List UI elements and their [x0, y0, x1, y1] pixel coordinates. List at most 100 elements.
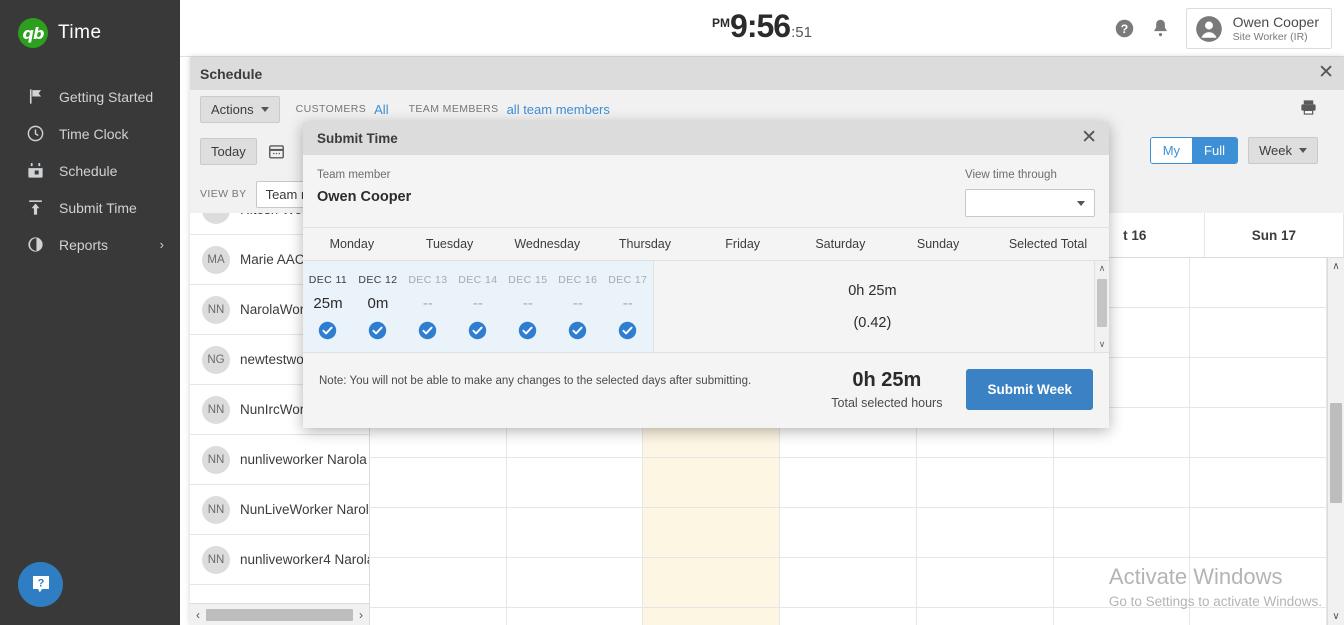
calendar-cell[interactable]	[780, 508, 916, 558]
selected-total-decimal: (0.42)	[853, 315, 892, 331]
footer-total-label: Total selected hours	[831, 396, 943, 410]
day-date: DEC 11	[308, 274, 348, 286]
calendar-cell[interactable]	[1190, 358, 1327, 408]
calendar-cell[interactable]	[916, 458, 1053, 508]
calendar-cell[interactable]	[780, 608, 916, 625]
calendar-vertical-scrollbar[interactable]: ∧ ∨	[1327, 258, 1344, 625]
calendar-cell[interactable]	[1190, 608, 1326, 625]
modal-scroll-down-arrow[interactable]: ∨	[1095, 337, 1109, 352]
vscroll-up-arrow[interactable]: ∧	[1328, 258, 1344, 275]
user-avatar-icon	[1195, 15, 1223, 43]
sidebar-item-schedule[interactable]: Schedule	[0, 152, 180, 189]
calendar-cell[interactable]	[916, 558, 1053, 608]
calendar-cell[interactable]	[370, 608, 506, 625]
range-dropdown[interactable]: Week	[1248, 137, 1318, 164]
today-button[interactable]: Today	[200, 138, 257, 165]
avatar: MA	[202, 245, 230, 274]
calendar-cell[interactable]	[506, 508, 643, 558]
toggle-my[interactable]: My	[1150, 138, 1193, 163]
sidebar-item-submit-time[interactable]: Submit Time	[0, 189, 180, 226]
hscroll-left-arrow[interactable]: ‹	[193, 608, 203, 622]
member-row[interactable]: NN nunliveworker4 Narola	[190, 535, 369, 585]
calendar-cell[interactable]	[1053, 458, 1190, 508]
calendar-cell[interactable]	[1053, 508, 1190, 558]
day-checkbox[interactable]	[303, 321, 353, 340]
submit-note: Note: You will not be able to make any c…	[319, 375, 752, 387]
sidebar-item-reports[interactable]: Reports ›	[0, 226, 180, 263]
sidebar-item-label: Schedule	[59, 162, 118, 179]
toggle-full[interactable]: Full	[1192, 138, 1237, 163]
calendar-cell[interactable]	[916, 508, 1053, 558]
vscroll-down-arrow[interactable]: ∨	[1328, 608, 1344, 625]
calendar-cell[interactable]	[643, 558, 780, 608]
calendar-cell[interactable]	[1190, 558, 1327, 608]
day-checkbox[interactable]	[603, 321, 653, 340]
calendar-cell[interactable]	[643, 458, 780, 508]
calendar-cell[interactable]	[506, 458, 643, 508]
calendar-cell[interactable]	[1053, 558, 1190, 608]
team-members-filter-value[interactable]: all team members	[507, 102, 610, 117]
calendar-cell[interactable]	[643, 508, 780, 558]
calendar-cell[interactable]	[1190, 258, 1327, 308]
calendar-cell[interactable]	[370, 458, 506, 508]
member-row[interactable]: NN NunLiveWorker Narola	[190, 485, 369, 535]
submit-week-button[interactable]: Submit Week	[966, 369, 1093, 410]
calendar-cell[interactable]	[506, 558, 643, 608]
chevron-right-icon: ›	[159, 237, 164, 252]
brand-label: Time	[58, 22, 102, 43]
footer-total-value: 0h 25m	[852, 369, 922, 391]
customers-filter-value[interactable]: All	[374, 102, 388, 117]
calendar-cell[interactable]	[1190, 458, 1327, 508]
calendar-cell[interactable]	[917, 608, 1053, 625]
modal-scroll-thumb[interactable]	[1097, 279, 1107, 327]
user-chip[interactable]: Owen Cooper Site Worker (IR)	[1185, 8, 1332, 50]
calendar-cell[interactable]	[370, 558, 506, 608]
view-time-through-field: View time through	[965, 169, 1095, 217]
calendar-cell[interactable]	[643, 608, 779, 625]
printer-icon[interactable]	[1299, 98, 1318, 122]
submit-time-modal: Submit Time ✕ Team member Owen Cooper Vi…	[303, 122, 1109, 428]
modal-close-icon[interactable]: ✕	[1081, 128, 1097, 147]
day-hours: --	[522, 295, 533, 312]
calendar-cell[interactable]	[1054, 608, 1190, 625]
day-checkbox[interactable]	[353, 321, 403, 340]
calendar-cell[interactable]	[1190, 308, 1327, 358]
view-time-through-select[interactable]	[965, 189, 1095, 217]
day-date: DEC 17	[608, 274, 648, 286]
avatar: NN	[202, 295, 230, 324]
hscroll-thumb[interactable]	[206, 608, 353, 621]
member-row[interactable]: NN nunliveworker Narola	[190, 435, 369, 485]
day-column-header: Monday	[329, 237, 375, 251]
vscroll-thumb[interactable]	[1330, 403, 1342, 503]
day-checkbox[interactable]	[553, 321, 603, 340]
help-bubble-icon[interactable]: ?	[18, 562, 63, 607]
actions-button[interactable]: Actions	[200, 95, 280, 123]
modal-vertical-scrollbar[interactable]: ∧ ∨	[1094, 261, 1109, 352]
hscroll-right-arrow[interactable]: ›	[356, 608, 366, 622]
my-full-toggle[interactable]: My Full	[1149, 137, 1238, 164]
panel-close-icon[interactable]: ✕	[1318, 63, 1334, 82]
calendar-cell[interactable]	[780, 558, 916, 608]
day-checkbox[interactable]	[453, 321, 503, 340]
modal-scroll-up-arrow[interactable]: ∧	[1095, 261, 1109, 276]
day-checkbox[interactable]	[503, 321, 553, 340]
sidebar-item-getting-started[interactable]: Getting Started	[0, 78, 180, 115]
question-circle-icon[interactable]: ?	[1114, 18, 1136, 40]
member-horizontal-scrollbar[interactable]: ‹ ›	[190, 603, 369, 625]
sidebar-item-label: Reports	[59, 236, 109, 253]
app-root: qb Time Getting Started Time Clock Sched…	[0, 0, 1344, 625]
avatar: NG	[202, 345, 230, 374]
calendar-cell[interactable]	[1190, 508, 1327, 558]
calendar-cell[interactable]	[780, 458, 916, 508]
range-label: Week	[1259, 143, 1292, 158]
bell-icon[interactable]	[1150, 18, 1172, 40]
calendar-day-column[interactable]	[1190, 258, 1328, 625]
calendar-cell[interactable]	[507, 608, 643, 625]
day-checkbox[interactable]	[403, 321, 453, 340]
calendar-cell[interactable]	[1190, 408, 1327, 458]
view-time-through-label: View time through	[965, 169, 1057, 181]
sidebar-item-time-clock[interactable]: Time Clock	[0, 115, 180, 152]
calendar-picker-icon[interactable]	[267, 142, 286, 161]
brand[interactable]: qb Time	[0, 0, 180, 48]
calendar-cell[interactable]	[370, 508, 506, 558]
